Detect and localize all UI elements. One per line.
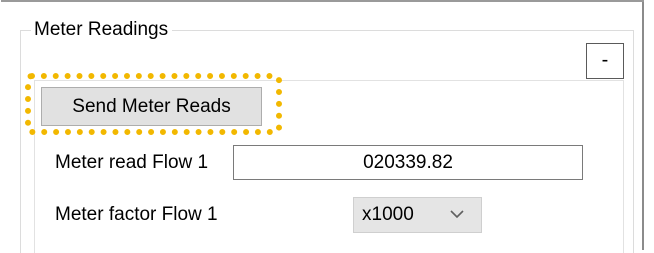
meter-read-flow-input[interactable] — [233, 145, 583, 180]
collapse-button[interactable]: - — [586, 43, 624, 79]
send-meter-reads-button[interactable]: Send Meter Reads — [41, 87, 262, 126]
meter-read-flow-label: Meter read Flow 1 — [55, 152, 209, 173]
meter-factor-value: x1000 — [362, 204, 414, 225]
meter-factor-flow-label: Meter factor Flow 1 — [55, 204, 218, 225]
chevron-down-icon — [450, 210, 464, 219]
meter-factor-select[interactable]: x1000 — [353, 197, 482, 233]
group-title: Meter Readings — [31, 18, 173, 42]
